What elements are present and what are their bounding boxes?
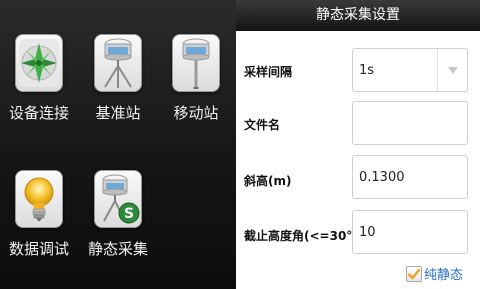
sampling-interval-label: 采样间隔: [244, 65, 293, 79]
light-bulb-icon: [15, 170, 63, 228]
file-name-input[interactable]: [352, 101, 468, 145]
app-static-collection[interactable]: S 静态采集: [79, 170, 157, 280]
cutoff-angle-input[interactable]: [352, 210, 468, 254]
app-device-connect[interactable]: 设备连接: [0, 34, 78, 144]
app-label: 静态采集: [87, 240, 148, 258]
pure-static-label: 纯静态: [424, 268, 464, 283]
cutoff-angle-label: 截止高度角(<=30°): [244, 229, 358, 243]
app-data-debug[interactable]: 数据调试: [0, 170, 78, 280]
svg-text:S: S: [124, 206, 134, 222]
app-launcher: 设备连接 基准站 移动站 数据调试 S 静态采集: [0, 0, 236, 289]
gnss-base-tripod-icon: [94, 34, 142, 92]
app-base-station[interactable]: 基准站: [79, 34, 157, 144]
app-label: 移动站: [173, 104, 219, 122]
sampling-interval-select[interactable]: 1s: [352, 48, 468, 92]
gnss-rover-pole-icon: [172, 34, 220, 92]
file-name-label: 文件名: [244, 118, 281, 132]
pure-static-checkbox[interactable]: [406, 265, 422, 282]
app-rover-station[interactable]: 移动站: [157, 34, 235, 144]
slant-height-label: 斜高(m): [244, 174, 292, 188]
gnss-static-icon: S: [94, 170, 142, 228]
pure-static-checkbox-row[interactable]: 纯静态: [406, 264, 463, 283]
dropdown-arrow-icon: [437, 49, 467, 91]
app-label: 数据调试: [8, 240, 69, 258]
slant-height-input[interactable]: [352, 155, 468, 199]
app-label: 基准站: [95, 104, 141, 122]
app-label: 设备连接: [8, 104, 69, 122]
checkmark-icon: [407, 268, 421, 279]
compass-star-icon: [15, 34, 63, 92]
sampling-interval-value: 1s: [359, 62, 375, 78]
static-collection-settings-dialog: 静态采集设置 采样间隔 1s 文件名 斜高(m) 截止高度角(<=30°) 纯静…: [236, 0, 480, 289]
dialog-title: 静态采集设置: [236, 0, 480, 31]
